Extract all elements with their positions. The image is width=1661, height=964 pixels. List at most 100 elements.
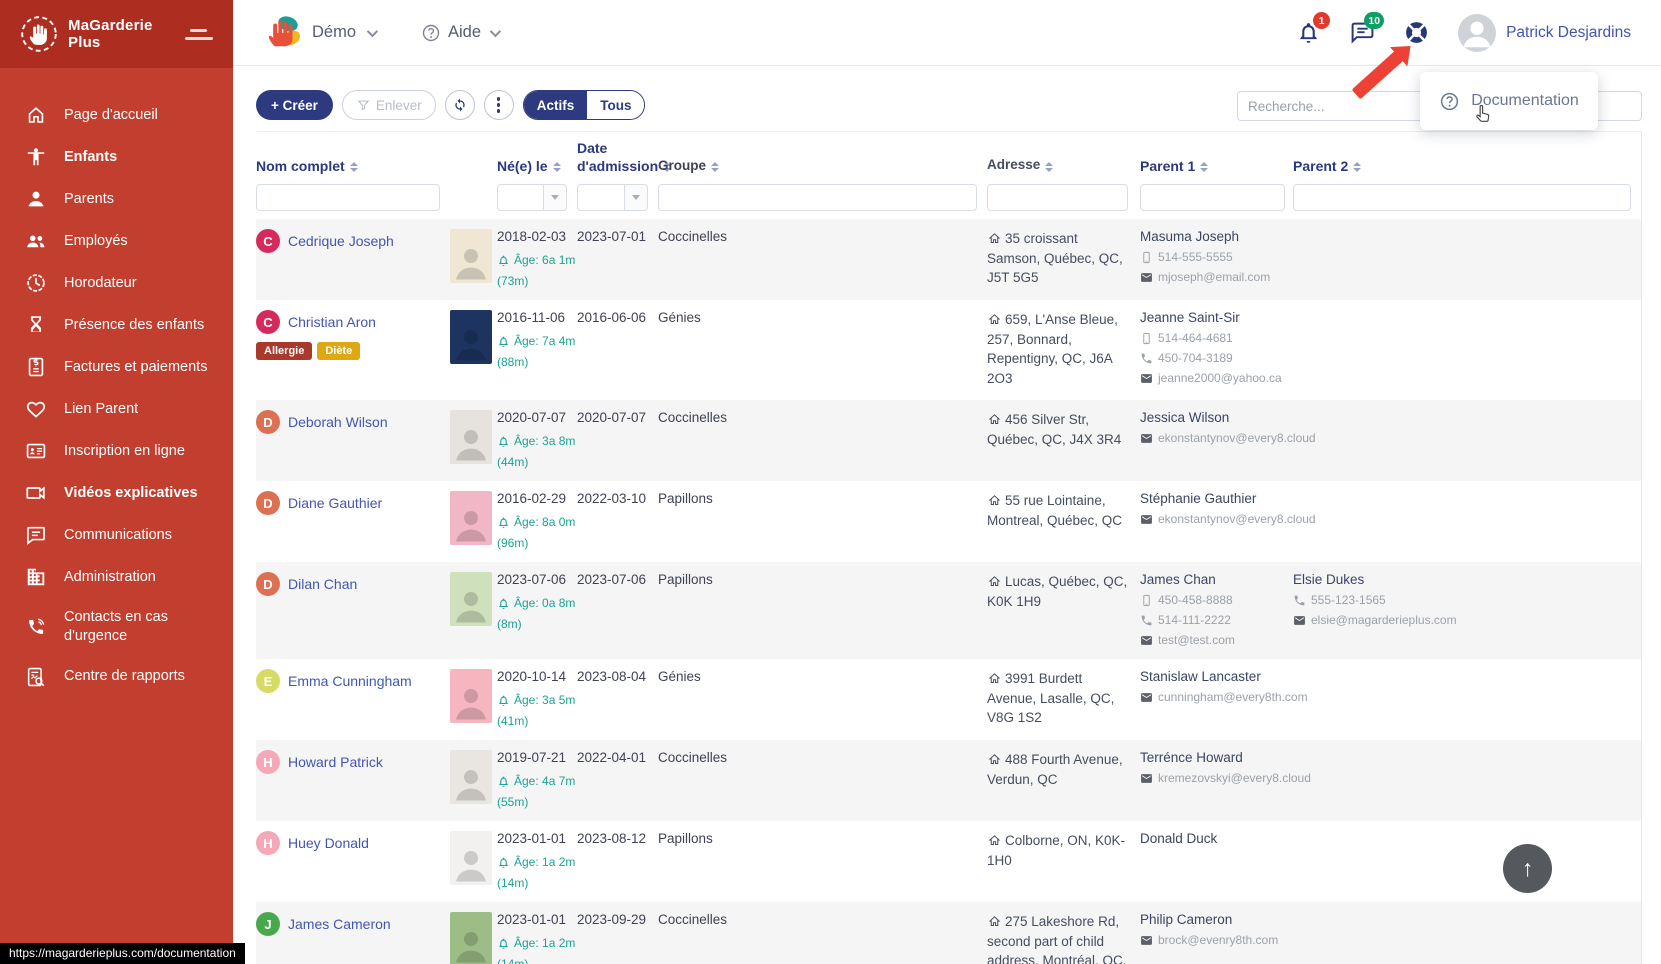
- table-row[interactable]: EEmma Cunningham2020-10-14Âge: 3a 5m(41m…: [256, 659, 1641, 740]
- parent-cell: Masuma Joseph514-555-5555mjoseph@email.c…: [1140, 229, 1293, 288]
- child-initial-avatar: C: [256, 310, 280, 334]
- column-label: Date d'admission: [577, 140, 658, 175]
- parent-phone: 450-704-3189: [1140, 351, 1285, 365]
- filter-input-birth[interactable]: [497, 184, 544, 211]
- child-name-link[interactable]: Huey Donald: [288, 835, 369, 851]
- filter-input-address[interactable]: [987, 184, 1128, 211]
- toolbar: + Créer Enlever Actifs Tous: [256, 90, 645, 120]
- group-cell: Coccinelles: [658, 229, 987, 288]
- table-row[interactable]: CChristian AronAllergieDiète2016-11-06Âg…: [256, 300, 1641, 400]
- more-options-button[interactable]: [484, 90, 514, 120]
- child-name-link[interactable]: Cedrique Joseph: [288, 233, 394, 249]
- filter-input-name[interactable]: [256, 184, 440, 211]
- sort-icon: [1353, 162, 1361, 172]
- sidebar-item-lien-parent[interactable]: Lien Parent: [0, 388, 233, 430]
- sidebar-item-horodateur[interactable]: Horodateur: [0, 262, 233, 304]
- phone-icon: [1140, 352, 1153, 365]
- sidebar-item-enfants[interactable]: Enfants: [0, 136, 233, 178]
- remove-filter-button[interactable]: Enlever: [342, 90, 436, 120]
- mail-icon: [1140, 772, 1153, 785]
- admission-date: 2023-07-06: [577, 572, 658, 587]
- column-header-group[interactable]: Groupe: [658, 158, 987, 175]
- name-cell: DDiane Gauthier: [256, 491, 450, 550]
- house-icon: [987, 833, 1005, 848]
- scroll-to-top-button[interactable]: ↑: [1503, 844, 1552, 893]
- column-header-parent1[interactable]: Parent 1: [1140, 158, 1293, 176]
- admission-cell: 2022-03-10: [577, 491, 658, 550]
- filter-input-parent1[interactable]: [1140, 184, 1285, 211]
- child-name-link[interactable]: James Cameron: [288, 916, 391, 932]
- sidebar-item-accueil[interactable]: Page d'accueil: [0, 94, 233, 136]
- sidebar-item-presence[interactable]: Présence des enfants: [0, 304, 233, 346]
- age-label: Âge: 4a 7m: [497, 774, 577, 788]
- sidebar-item-factures[interactable]: Factures et paiements: [0, 346, 233, 388]
- filter-input-parent2[interactable]: [1293, 184, 1631, 211]
- video-icon: [25, 482, 47, 504]
- brand-name: MaGarderie Plus: [68, 17, 153, 52]
- table-row[interactable]: DDilan Chan2023-07-06Âge: 0a 8m(8m)2023-…: [256, 562, 1641, 659]
- column-header-parent2[interactable]: Parent 2: [1293, 158, 1641, 176]
- column-header-birth[interactable]: Né(e) le: [497, 158, 577, 176]
- column-header-name[interactable]: Nom complet: [256, 158, 450, 176]
- parent-cell: [1293, 912, 1641, 964]
- admission-date: 2016-06-06: [577, 310, 658, 325]
- messages-icon[interactable]: 10: [1350, 20, 1375, 45]
- table-row[interactable]: DDiane Gauthier2016-02-29Âge: 8a 0m(96m)…: [256, 481, 1641, 562]
- table-row[interactable]: HHuey Donald2023-01-01Âge: 1a 2m(14m)202…: [256, 821, 1641, 902]
- organization-dropdown[interactable]: Démo: [263, 13, 375, 53]
- filter-cell-parent1: [1140, 184, 1293, 211]
- filter-tous-tab[interactable]: Tous: [587, 91, 644, 119]
- sidebar-item-inscription[interactable]: Inscription en ligne: [0, 430, 233, 472]
- filter-input-admission[interactable]: [577, 184, 625, 211]
- column-header-admission[interactable]: Date d'admission: [577, 140, 658, 175]
- child-initial-avatar: H: [256, 750, 280, 774]
- birth-date: 2019-07-21: [497, 750, 577, 765]
- child-photo: [450, 669, 492, 723]
- table-row[interactable]: DDeborah Wilson2020-07-07Âge: 3a 8m(44m)…: [256, 400, 1641, 481]
- age-label: Âge: 1a 2m: [497, 936, 577, 950]
- documentation-popup[interactable]: Documentation: [1420, 72, 1598, 130]
- sidebar-item-videos[interactable]: Vidéos explicatives: [0, 472, 233, 514]
- admission-date: 2023-07-01: [577, 229, 658, 244]
- mail-icon: [1293, 614, 1306, 627]
- refresh-button[interactable]: [445, 90, 475, 120]
- sidebar-item-administration[interactable]: Administration: [0, 556, 233, 598]
- sidebar-item-employes[interactable]: Employés: [0, 220, 233, 262]
- table-row[interactable]: JJames Cameron2023-01-01Âge: 1a 2m(14m)2…: [256, 902, 1641, 964]
- hourglass-icon: [25, 314, 47, 336]
- id-card-icon: [25, 440, 47, 462]
- column-header-address[interactable]: Adresse: [987, 155, 1140, 175]
- support-lifering-icon[interactable]: [1404, 20, 1429, 45]
- create-button[interactable]: + Créer: [256, 90, 333, 120]
- parent-name: Terrénce Howard: [1140, 750, 1285, 765]
- table-row[interactable]: CCedrique Joseph2018-02-03Âge: 6a 1m(73m…: [256, 219, 1641, 300]
- child-name-link[interactable]: Howard Patrick: [288, 754, 383, 770]
- column-label: Parent 1: [1140, 158, 1195, 176]
- parent-email: brock@evenry8th.com: [1140, 933, 1285, 947]
- child-name-link[interactable]: Christian Aron: [288, 314, 376, 330]
- house-icon: [987, 752, 1005, 767]
- child-name-link[interactable]: Deborah Wilson: [288, 414, 388, 430]
- child-name-link[interactable]: Emma Cunningham: [288, 673, 412, 689]
- help-dropdown[interactable]: Aide: [421, 23, 498, 43]
- filter-actifs-tab[interactable]: Actifs: [524, 91, 588, 119]
- filter-input-group[interactable]: [658, 184, 977, 211]
- sidebar-item-parents[interactable]: Parents: [0, 178, 233, 220]
- age-in-months: (44m): [497, 455, 577, 469]
- bell-icon: [497, 856, 510, 869]
- sidebar-item-contacts-urgence[interactable]: Contacts en cas d'urgence: [0, 598, 233, 656]
- phone-icon: [1293, 594, 1306, 607]
- notifications-bell-icon[interactable]: 1: [1296, 20, 1321, 45]
- child-name-link[interactable]: Diane Gauthier: [288, 495, 382, 511]
- group-cell: Coccinelles: [658, 750, 987, 809]
- child-name-link[interactable]: Dilan Chan: [288, 576, 357, 592]
- sidebar-toggle-button[interactable]: [181, 25, 217, 44]
- sidebar-item-communications[interactable]: Communications: [0, 514, 233, 556]
- hand-cursor-icon: [1472, 101, 1495, 133]
- filter-date-dropdown-birth[interactable]: [544, 184, 567, 211]
- table-row[interactable]: HHoward Patrick2019-07-21Âge: 4a 7m(55m)…: [256, 740, 1641, 821]
- sidebar-item-rapports[interactable]: Centre de rapports: [0, 656, 233, 698]
- filter-date-dropdown-admission[interactable]: [625, 184, 648, 211]
- parent-name: Jeanne Saint-Sir: [1140, 310, 1285, 325]
- user-menu[interactable]: Patrick Desjardins: [1458, 14, 1631, 52]
